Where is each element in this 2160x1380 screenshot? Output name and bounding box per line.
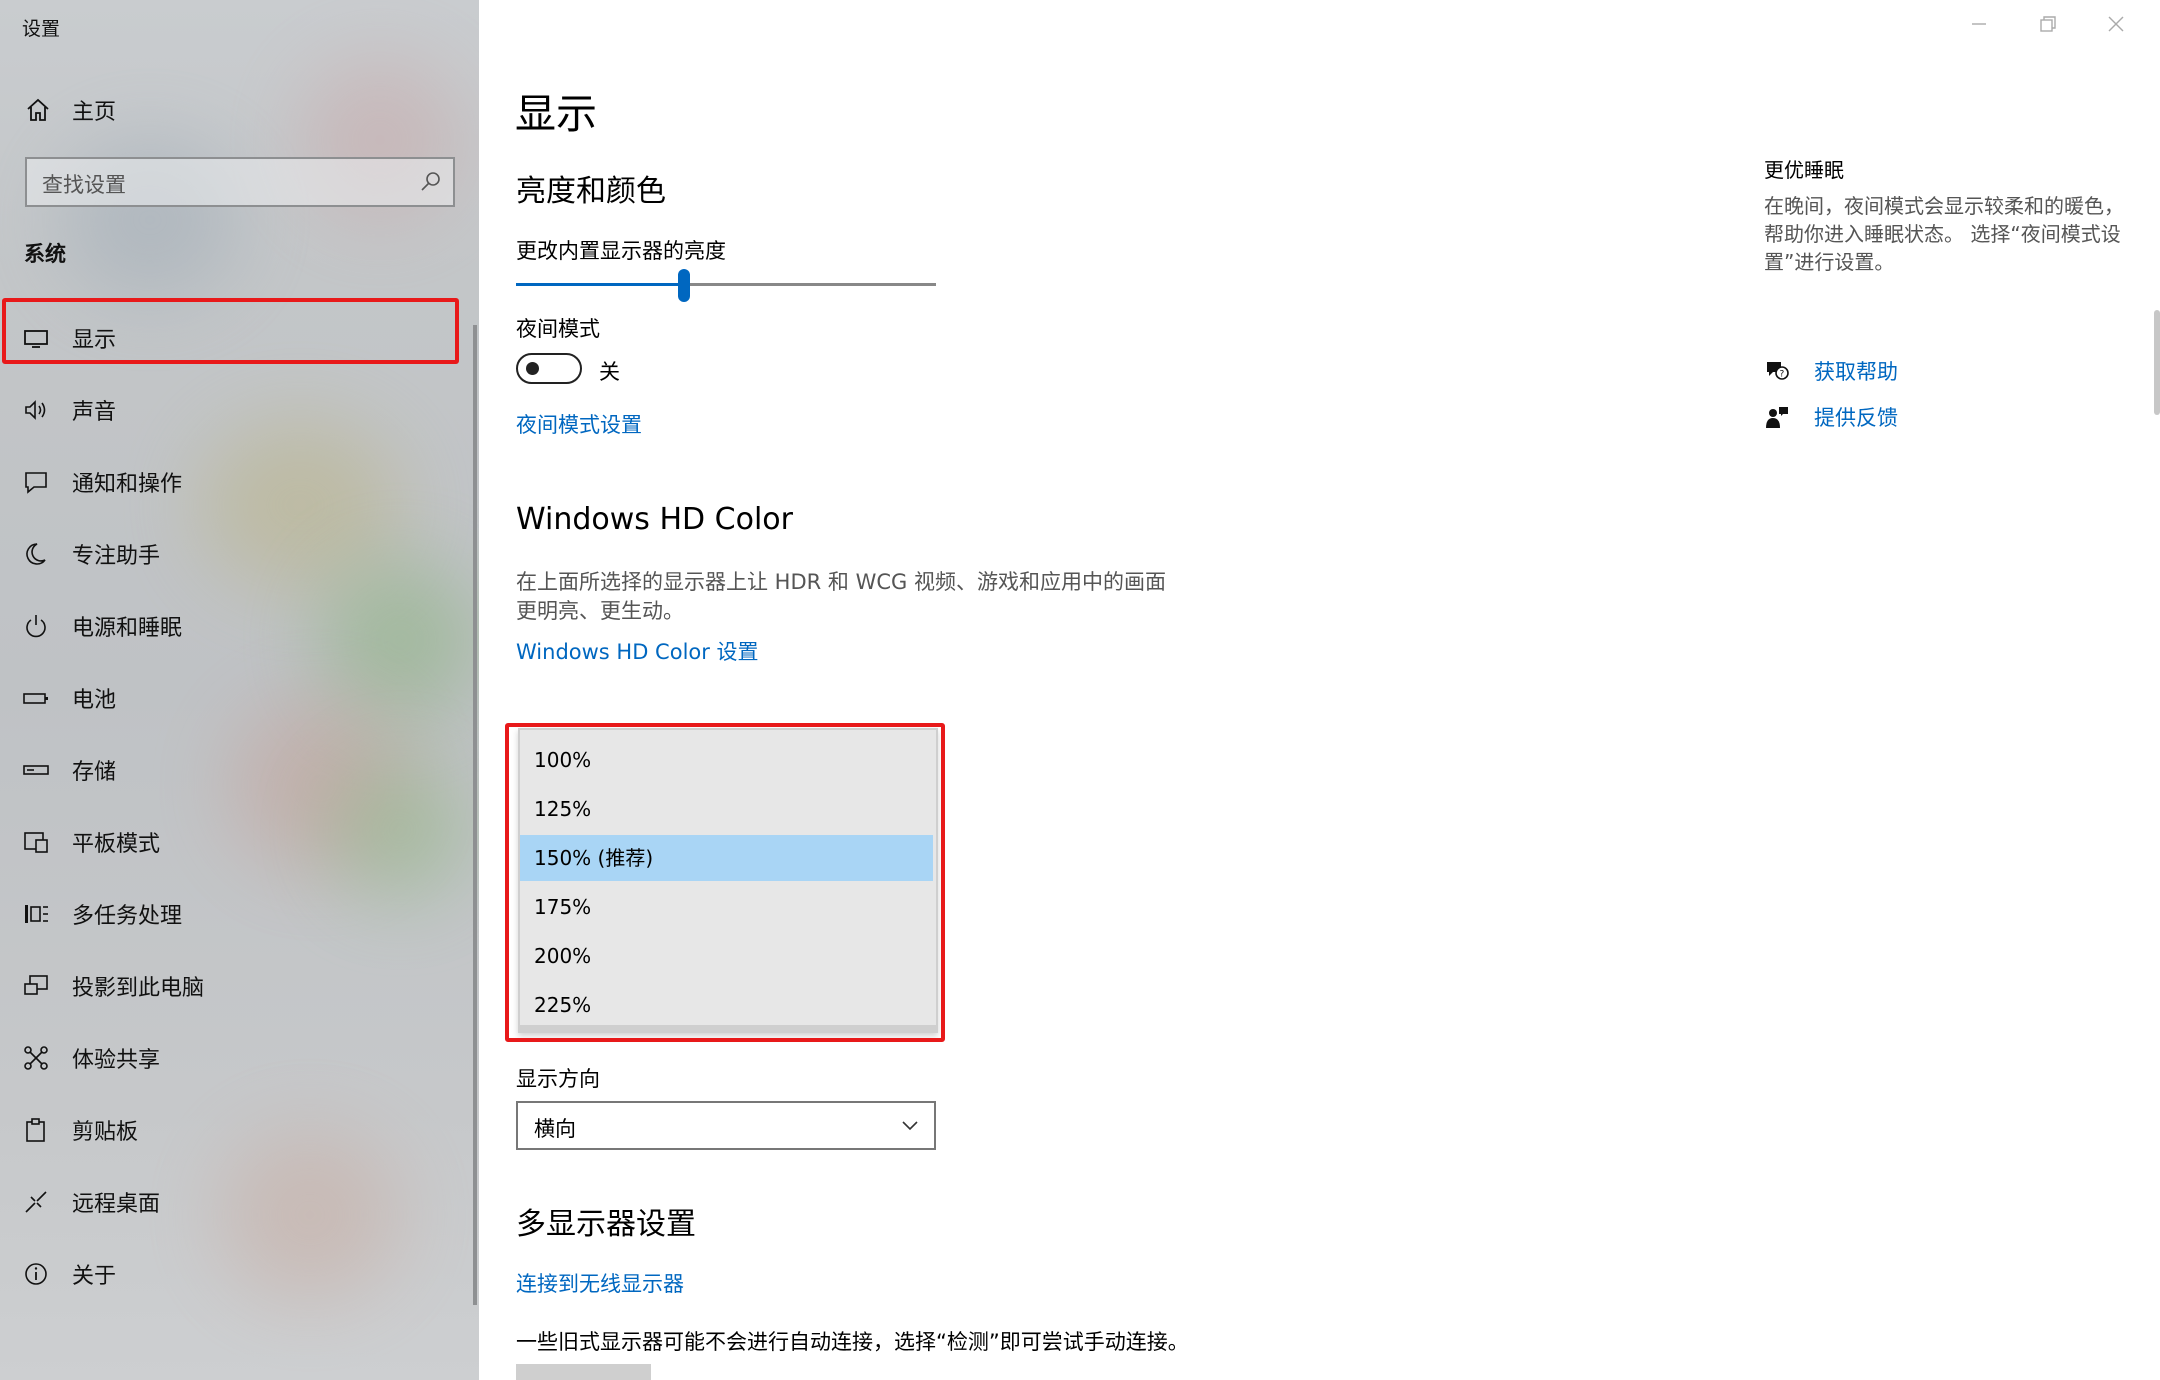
sidebar-item-project-to-pc[interactable]: 投影到此电脑 [0,958,479,1014]
window-title: 设置 [22,18,61,40]
toggle-knob [526,362,539,375]
sidebar-item-battery[interactable]: 电池 [0,670,479,726]
sidebar-item-tablet-mode[interactable]: 平板模式 [0,814,479,870]
home-icon [27,98,49,121]
sidebar-item-about[interactable]: 关于 [0,1246,479,1302]
sidebar-item-notifications[interactable]: 通知和操作 [0,454,479,510]
hd-color-settings-link[interactable]: Windows HD Color 设置 [516,636,759,666]
sidebar-item-label: 专注助手 [72,544,161,569]
brightness-slider-label: 更改内置显示器的亮度 [516,239,726,263]
selected-item-highlight [2,298,459,364]
hd-color-heading: Windows HD Color [516,502,793,537]
sleep-tip-heading: 更优睡眠 [1764,158,1844,182]
brightness-slider-thumb[interactable] [678,269,690,302]
sidebar-item-label: 多任务处理 [72,904,183,929]
sidebar-item-clipboard[interactable]: 剪贴板 [0,1102,479,1158]
sidebar-item-storage[interactable]: 存储 [0,742,479,798]
sidebar-item-label: 远程桌面 [72,1192,161,1217]
sidebar-item-sound[interactable]: 声音 [0,382,479,438]
search-icon[interactable] [419,170,443,194]
night-mode-label: 夜间模式 [516,317,600,341]
main-content: 显示 亮度和颜色 更改内置显示器的亮度 夜间模式 关 夜间模式设置 Window… [479,0,2160,1380]
detect-button[interactable] [516,1364,651,1380]
share-icon [24,1046,48,1070]
brightness-slider-fill [516,283,684,286]
sidebar-item-label: 关于 [72,1264,117,1289]
connect-wireless-display-link[interactable]: 连接到无线显示器 [516,1268,684,1298]
sidebar-item-label: 声音 [72,400,117,425]
sidebar-item-label: 平板模式 [72,832,161,857]
tablet-icon [24,832,48,853]
give-feedback-link[interactable]: 提供反馈 [1764,401,1898,433]
chevron-down-icon [902,1121,918,1131]
restore-icon[interactable] [2036,12,2060,36]
notification-icon [25,472,47,494]
multi-display-description: 一些旧式显示器可能不会进行自动连接，选择“检测”即可尝试手动连接。 [516,1330,1189,1354]
sidebar-scrollbar[interactable] [473,325,477,1305]
sidebar-item-focus-assist[interactable]: 专注助手 [0,526,479,582]
give-feedback-label: 提供反馈 [1814,406,1898,430]
orientation-label: 显示方向 [516,1067,600,1091]
home-label: 主页 [72,100,117,125]
orientation-select[interactable]: 横向 [516,1101,936,1150]
brightness-heading: 亮度和颜色 [516,174,666,209]
get-help-label: 获取帮助 [1814,360,1898,384]
multitask-icon [25,905,48,923]
dropdown-highlight [505,723,945,1042]
info-icon [25,1263,47,1285]
sleep-tip-description: 在晚间，夜间模式会显示较柔和的暖色，帮助你进入睡眠状态。 选择“夜间模式设置”进… [1764,194,2124,274]
main-scrollbar[interactable] [2154,310,2160,415]
sidebar-item-label: 存储 [72,760,117,785]
search-placeholder: 查找设置 [42,173,126,197]
get-help-link[interactable]: ? 获取帮助 [1764,355,1898,387]
help-chat-icon: ? [1767,362,1789,380]
search-input[interactable]: 查找设置 [25,157,455,207]
sidebar-item-label: 剪贴板 [72,1120,139,1145]
sidebar-item-label: 通知和操作 [72,472,183,497]
brightness-slider-track[interactable] [516,283,936,286]
sidebar-item-label: 电池 [72,688,117,713]
minimize-icon[interactable] [1967,12,1991,36]
clipboard-icon [26,1118,45,1142]
storage-icon [23,765,49,775]
sidebar-item-remote-desktop[interactable]: 远程桌面 [0,1174,479,1230]
sidebar-item-shared-experiences[interactable]: 体验共享 [0,1030,479,1086]
orientation-value: 横向 [534,1117,576,1141]
speaker-icon [25,400,46,420]
project-icon [24,975,48,995]
hd-color-description: 在上面所选择的显示器上让 HDR 和 WCG 视频、游戏和应用中的画面更明亮、更… [516,570,1166,623]
sidebar-item-label: 投影到此电脑 [72,976,205,1001]
sidebar-item-label: 体验共享 [72,1048,161,1073]
night-mode-toggle[interactable] [516,353,582,384]
page-title: 显示 [515,90,597,138]
multi-display-heading: 多显示器设置 [516,1207,696,1242]
night-mode-state: 关 [599,360,620,384]
close-icon[interactable] [2104,12,2128,36]
remote-desktop-icon [25,1191,47,1213]
feedback-icon [1766,407,1788,428]
moon-icon [26,543,46,565]
power-icon [26,615,46,638]
battery-icon [23,693,48,704]
sidebar: 设置 主页 查找设置 系统 显示 声音 通知和操作 专注助手 电源和睡眠 电池 [0,0,479,1380]
night-mode-settings-link[interactable]: 夜间模式设置 [516,409,642,439]
sidebar-item-multitasking[interactable]: 多任务处理 [0,886,479,942]
sidebar-item-label: 电源和睡眠 [72,616,183,641]
sidebar-item-power-sleep[interactable]: 电源和睡眠 [0,598,479,654]
svg-text:?: ? [1780,370,1785,380]
home-nav[interactable]: 主页 [25,94,116,126]
system-group-label: 系统 [24,242,66,266]
